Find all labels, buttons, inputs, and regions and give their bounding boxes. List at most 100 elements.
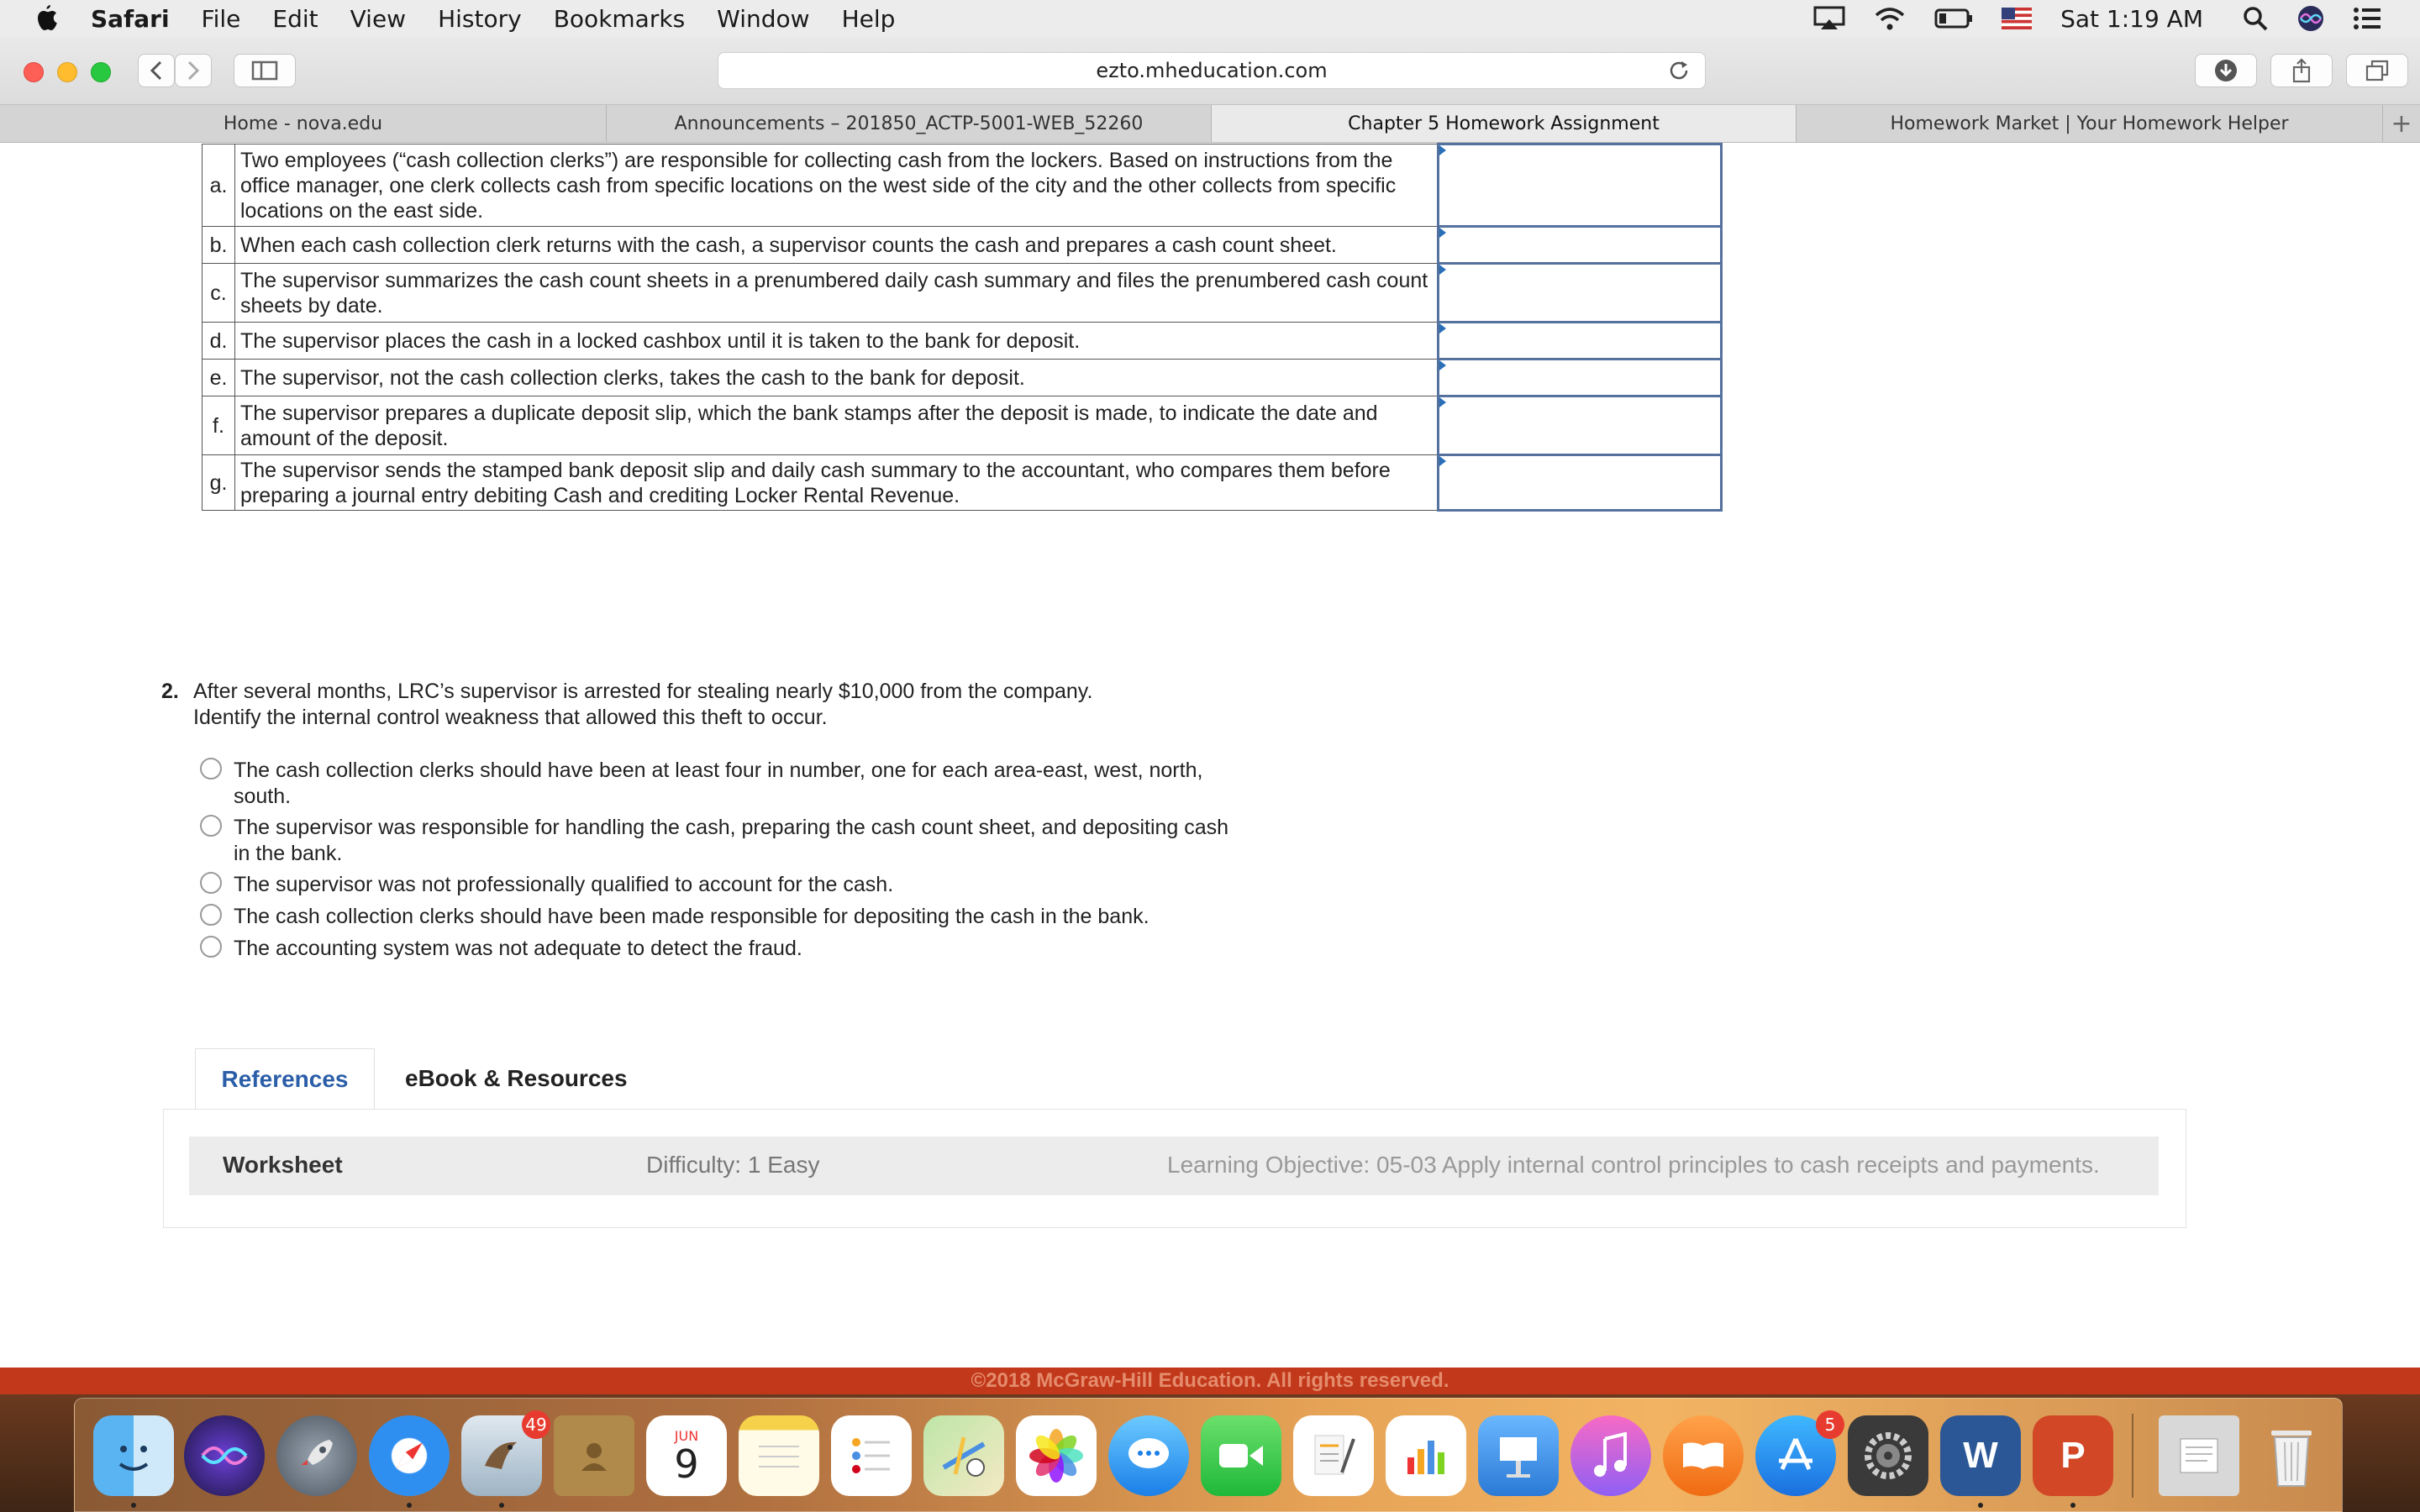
menu-help[interactable]: Help: [842, 5, 896, 33]
reload-icon[interactable]: [1668, 60, 1690, 87]
trash-icon[interactable]: [2251, 1415, 2332, 1496]
question-number: 2.: [161, 680, 179, 703]
running-indicator: [499, 1503, 504, 1508]
answer-option[interactable]: The cash collection clerks should have b…: [200, 904, 1250, 930]
tab-chapter5-homework[interactable]: Chapter 5 Homework Assignment: [1212, 105, 1797, 142]
pages-icon[interactable]: [1293, 1415, 1374, 1496]
menu-clock[interactable]: Sat 1:19 AM: [2060, 5, 2203, 33]
reminders-icon[interactable]: [831, 1415, 912, 1496]
battery-icon[interactable]: [1934, 8, 1973, 29]
maps-icon[interactable]: [923, 1415, 1004, 1496]
menu-view[interactable]: View: [350, 5, 406, 33]
microsoft-word-icon[interactable]: W: [1940, 1415, 2021, 1496]
row-description: The supervisor summarizes the cash count…: [234, 263, 1439, 323]
itunes-music-icon[interactable]: [1570, 1415, 1651, 1496]
finder-icon[interactable]: [93, 1415, 174, 1496]
running-indicator: [407, 1503, 412, 1508]
question-2: 2. After several months, LRC’s superviso…: [161, 679, 1286, 731]
row-letter: e.: [202, 359, 235, 396]
apple-menu-icon[interactable]: [34, 3, 60, 34]
principle-dropdown[interactable]: [1437, 262, 1723, 323]
answer-option[interactable]: The supervisor was responsible for handl…: [200, 815, 1250, 867]
menu-window[interactable]: Window: [717, 5, 809, 33]
table-row: d. The supervisor places the cash in a lo…: [202, 321, 1723, 360]
forward-button[interactable]: [175, 54, 212, 87]
us-flag-input-icon[interactable]: [2002, 8, 2033, 29]
calendar-icon[interactable]: JUN 9: [646, 1415, 727, 1496]
share-button[interactable]: [2270, 54, 2333, 87]
ibooks-icon[interactable]: [1663, 1415, 1744, 1496]
radio-button[interactable]: [200, 904, 222, 926]
new-tab-button[interactable]: +: [2383, 105, 2420, 142]
sidebar-icon: [251, 60, 278, 81]
answer-option[interactable]: The accounting system was not adequate t…: [200, 936, 1250, 962]
tab-references[interactable]: References: [195, 1048, 375, 1109]
answer-option-label: The supervisor was responsible for handl…: [234, 816, 1229, 865]
safari-compass-icon[interactable]: [369, 1415, 450, 1496]
safari-toolbar: ezto.mheducation.com: [0, 37, 2420, 105]
references-tabs: References eBook & Resources: [195, 1048, 658, 1109]
tab-ebook-resources[interactable]: eBook & Resources: [375, 1048, 658, 1109]
row-description: When each cash collection clerk returns …: [234, 226, 1439, 264]
radio-button[interactable]: [200, 872, 222, 894]
principle-dropdown[interactable]: [1437, 321, 1723, 360]
radio-button[interactable]: [200, 815, 222, 837]
menu-app-safari[interactable]: Safari: [91, 5, 170, 33]
notes-icon[interactable]: [739, 1415, 819, 1496]
photos-icon[interactable]: [1016, 1415, 1097, 1496]
menu-edit[interactable]: Edit: [272, 5, 318, 33]
close-window-button[interactable]: [24, 62, 44, 82]
document-stack-icon[interactable]: [2159, 1415, 2239, 1496]
table-row: b. When each cash collection clerk return…: [202, 225, 1723, 265]
sidebar-toggle-button[interactable]: [234, 54, 296, 87]
tab-homework-market[interactable]: Homework Market | Your Homework Helper: [1797, 105, 2383, 142]
share-icon: [2292, 58, 2311, 83]
row-description: The supervisor places the cash in a lock…: [234, 322, 1439, 360]
mail-stamp-icon[interactable]: 49: [461, 1410, 550, 1496]
notification-center-icon[interactable]: [2353, 7, 2381, 30]
principle-dropdown[interactable]: [1437, 358, 1723, 397]
table-row: g. The supervisor sends the stamped bank …: [202, 454, 1723, 512]
principle-dropdown[interactable]: [1437, 454, 1723, 512]
principle-dropdown[interactable]: [1437, 395, 1723, 456]
airplay-icon[interactable]: [1813, 6, 1845, 31]
menu-history[interactable]: History: [438, 5, 522, 33]
row-letter: d.: [202, 322, 235, 360]
microsoft-powerpoint-icon[interactable]: P: [2033, 1415, 2113, 1496]
contacts-book-icon[interactable]: [554, 1415, 634, 1496]
question-prompt-line: After several months, LRC’s supervisor i…: [193, 680, 1093, 703]
tab-announcements[interactable]: Announcements – 201850_ACTP-5001-WEB_522…: [607, 105, 1212, 142]
tab-home-nova[interactable]: Home - nova.edu: [0, 105, 607, 142]
back-button[interactable]: [138, 54, 175, 87]
tabs-overview-icon: [2365, 60, 2389, 81]
keynote-icon[interactable]: [1478, 1415, 1559, 1496]
downloads-button[interactable]: [2195, 54, 2257, 87]
menu-bookmarks[interactable]: Bookmarks: [554, 5, 685, 33]
radio-button[interactable]: [200, 758, 222, 780]
address-bar[interactable]: ezto.mheducation.com: [718, 52, 1706, 89]
spotlight-search-icon[interactable]: [2242, 5, 2269, 32]
launchpad-rocket-icon[interactable]: [276, 1415, 357, 1496]
answer-option[interactable]: The cash collection clerks should have b…: [200, 758, 1250, 810]
siri-icon[interactable]: [184, 1415, 265, 1496]
siri-icon[interactable]: [2297, 5, 2324, 32]
zoom-window-button[interactable]: [91, 62, 111, 82]
menu-file[interactable]: File: [202, 5, 241, 33]
principle-dropdown[interactable]: [1437, 225, 1723, 265]
answer-option-label: The cash collection clerks should have b…: [234, 759, 1203, 808]
principle-dropdown[interactable]: [1437, 143, 1723, 228]
facetime-icon[interactable]: [1201, 1415, 1281, 1496]
show-all-tabs-button[interactable]: [2346, 54, 2408, 87]
radio-button[interactable]: [200, 936, 222, 958]
row-description: The supervisor, not the cash collection …: [234, 359, 1439, 396]
numbers-icon[interactable]: [1386, 1415, 1466, 1496]
wifi-icon[interactable]: [1874, 6, 1906, 31]
dock-separator: [2132, 1414, 2133, 1498]
answer-option[interactable]: The supervisor was not professionally qu…: [200, 872, 1250, 898]
minimize-window-button[interactable]: [57, 62, 77, 82]
row-description: The supervisor prepares a duplicate depo…: [234, 396, 1439, 455]
messages-bubble-icon[interactable]: [1108, 1415, 1189, 1496]
app-store-icon[interactable]: 5: [1755, 1410, 1844, 1496]
system-preferences-gear-icon[interactable]: [1848, 1415, 1928, 1496]
table-row: c. The supervisor summarizes the cash cou…: [202, 262, 1723, 323]
